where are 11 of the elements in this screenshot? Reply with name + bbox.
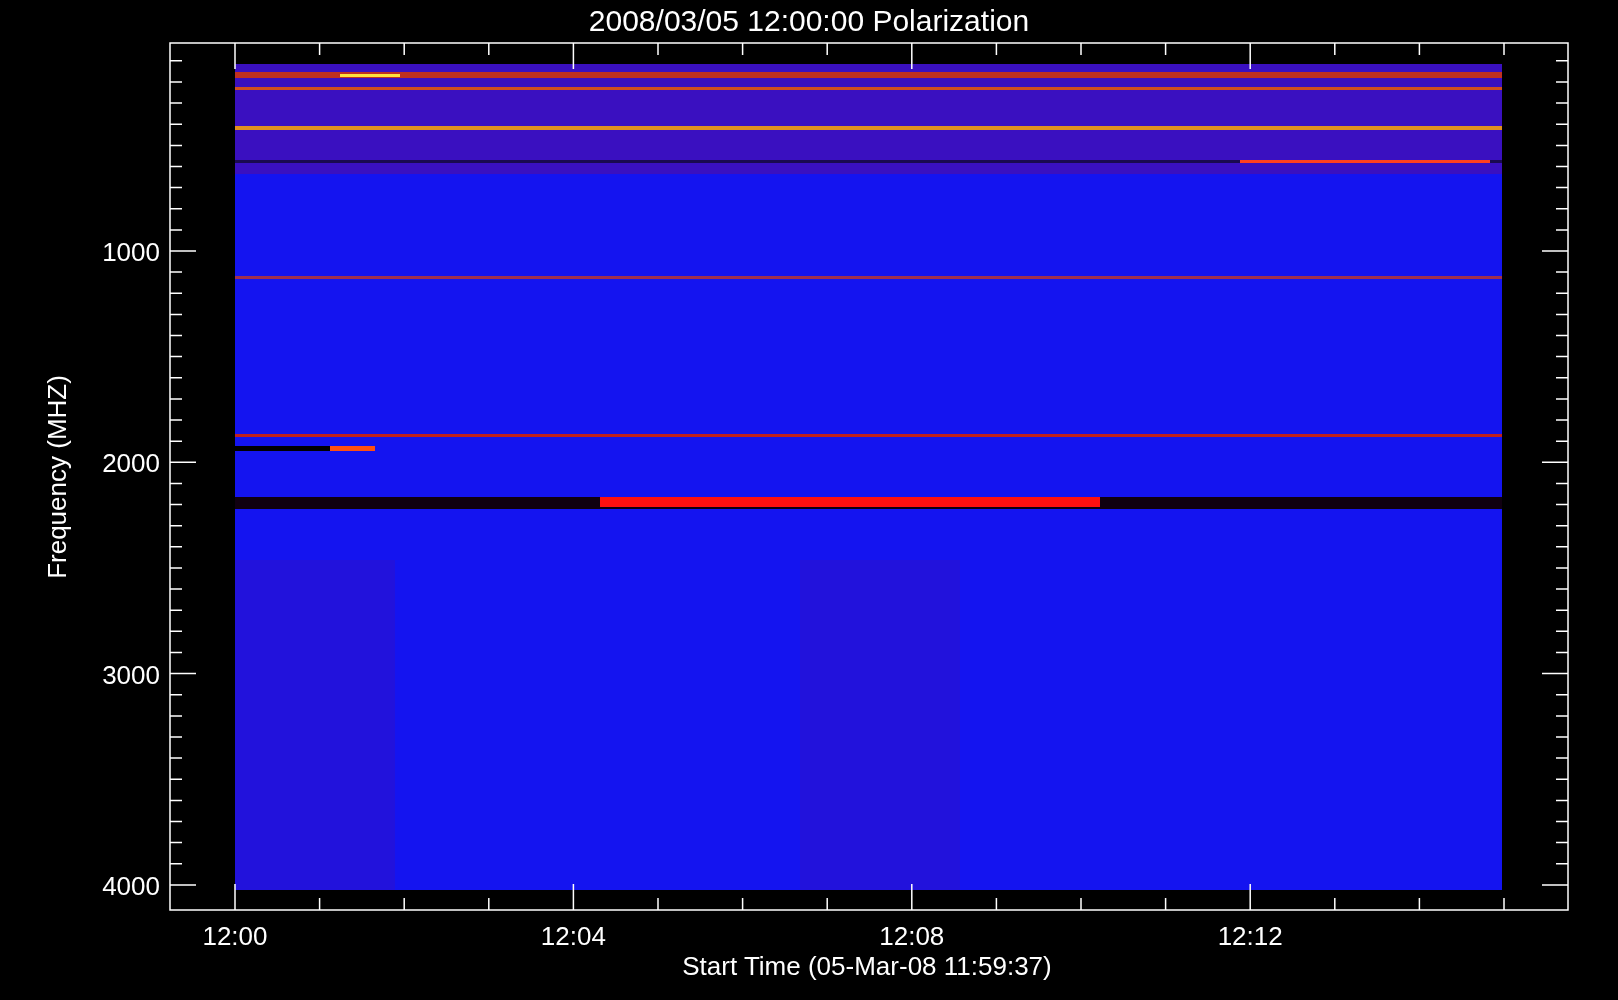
x-tick-label: 12:00 <box>202 921 268 951</box>
y-tick-label: 2000 <box>102 448 160 479</box>
x-tick-label: 12:08 <box>879 921 945 951</box>
y-tick-label: 4000 <box>102 870 160 901</box>
x-tick-label: 12:12 <box>1217 921 1283 951</box>
y-tick-label: 1000 <box>102 237 160 267</box>
plot-title: 2008/03/05 12:00:00 Polarization <box>588 4 1030 37</box>
x-tick-label: 12:04 <box>540 921 606 951</box>
y-axis-label: Frequency (MHZ) <box>42 375 72 579</box>
x-axis-label: Start Time (05-Mar-08 11:59:37) <box>682 951 1052 981</box>
y-tick-label: 3000 <box>102 659 160 690</box>
